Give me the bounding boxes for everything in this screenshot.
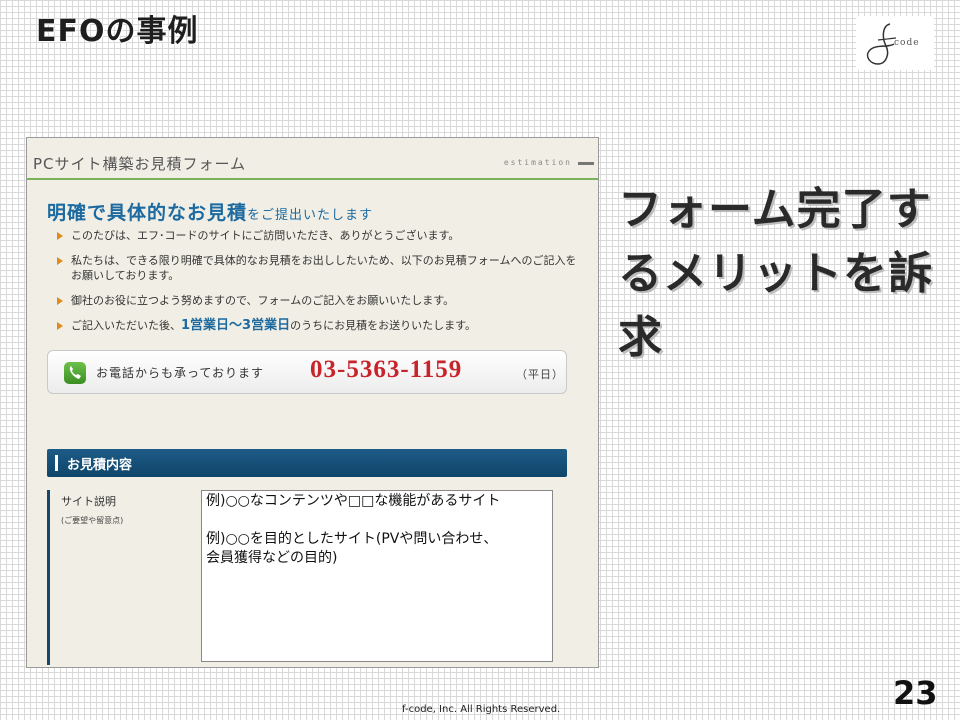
- row-accent-line: [47, 490, 50, 665]
- list-item: 私たちは、できる限り明確で具体的なお見積をお出ししたいため、以下のお見積フォーム…: [57, 253, 577, 283]
- list-item: このたびは、エフ･コードのサイトにご訪問いただき、ありがとうございます。: [57, 228, 577, 243]
- bullet-text-post: のうちにお見積をお送りいたします。: [290, 319, 476, 332]
- bullet-triangle-icon: [57, 322, 63, 330]
- callout-text: フォーム完了するメリットを訴求: [618, 184, 933, 363]
- phone-contact-bar: お電話からも承っております 03-5363-1159 （平日）: [47, 350, 567, 394]
- phone-icon: [64, 362, 86, 384]
- section-marker: [55, 455, 58, 471]
- form-screenshot: PCサイト構築お見積フォーム estimation 明確で具体的なお見積をご提出…: [26, 137, 599, 668]
- business-days-highlight: 1営業日〜3営業日: [181, 318, 291, 333]
- page-number: 23: [893, 674, 938, 712]
- bullet-triangle-icon: [57, 257, 63, 265]
- list-item: 御社のお役に立つよう努めますので、フォームのご記入をお願いいたします。: [57, 293, 577, 308]
- site-description-textarea[interactable]: 例)○○なコンテンツや□□な機能があるサイト 例)○○を目的としたサイト(PVや…: [201, 490, 553, 662]
- site-description-sublabel: (ご要望や留意点): [61, 516, 124, 525]
- copyright: f-code, Inc. All Rights Reserved.: [402, 704, 561, 715]
- list-item: ご記入いただいた後、1営業日〜3営業日のうちにお見積をお送りいたします。: [57, 318, 577, 333]
- bullet-triangle-icon: [57, 297, 63, 305]
- bullet-text: 私たちは、できる限り明確で具体的なお見積をお出ししたいため、以下のお見積フォーム…: [71, 254, 577, 282]
- estimate-section-header: お見積内容: [47, 449, 567, 477]
- form-header: PCサイト構築お見積フォーム estimation: [27, 148, 598, 180]
- section-title: お見積内容: [67, 458, 133, 473]
- phone-hours-note: （平日）: [516, 368, 564, 381]
- site-description-label: サイト説明: [61, 495, 116, 508]
- form-header-tag: estimation: [503, 158, 572, 167]
- bullet-text-pre: ご記入いただいた後、: [71, 319, 181, 332]
- form-header-title: PCサイト構築お見積フォーム: [33, 155, 247, 173]
- phone-label: お電話からも承っております: [96, 366, 265, 380]
- f-code-logo: code: [856, 16, 934, 70]
- bullet-text: このたびは、エフ･コードのサイトにご訪問いただき、ありがとうございます。: [71, 229, 460, 242]
- form-headline: 明確で具体的なお見積をご提出いたします: [47, 198, 373, 225]
- headline-main: 明確で具体的なお見積: [47, 202, 248, 224]
- phone-number[interactable]: 03-5363-1159: [310, 356, 462, 384]
- arrow-icon: [578, 162, 594, 165]
- bullet-text: 御社のお役に立つよう努めますので、フォームのご記入をお願いいたします。: [71, 294, 455, 307]
- logo-text: code: [894, 38, 920, 48]
- slide-title: EFOの事例: [36, 14, 199, 49]
- intro-bullet-list: このたびは、エフ･コードのサイトにご訪問いただき、ありがとうございます。 私たち…: [57, 228, 577, 343]
- headline-sub: をご提出いたします: [247, 208, 374, 223]
- bullet-triangle-icon: [57, 232, 63, 240]
